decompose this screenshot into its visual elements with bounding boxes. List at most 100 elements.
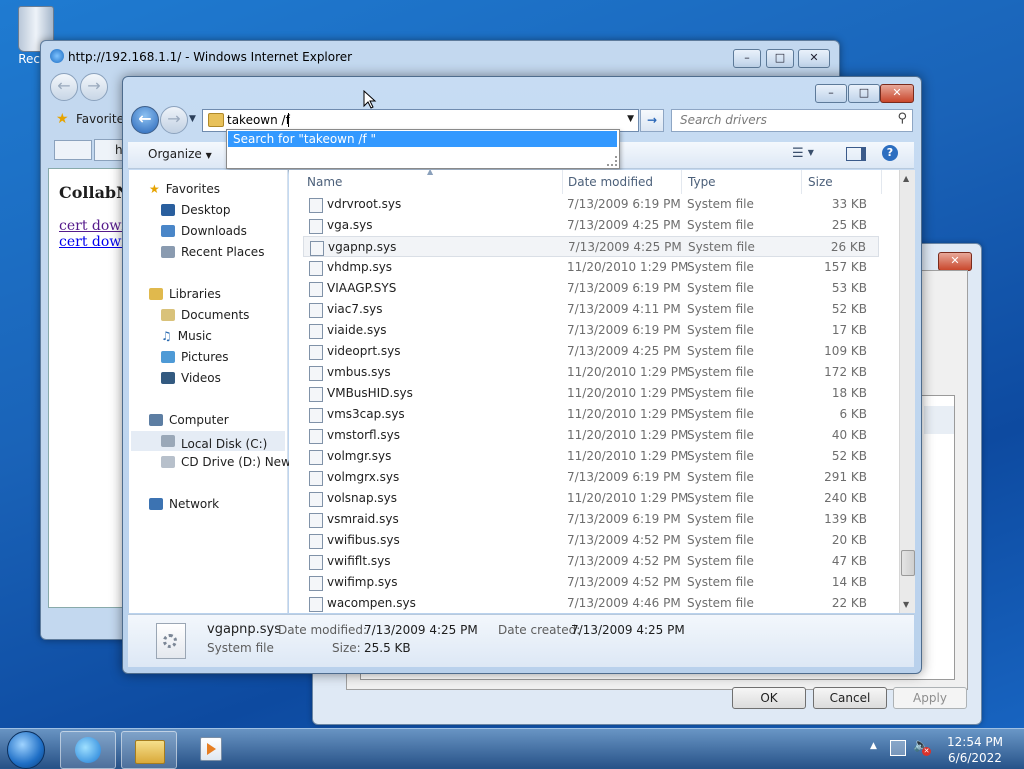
network-tray-icon[interactable] [890, 740, 906, 756]
file-row[interactable]: videoprt.sys 7/13/2009 4:25 PM System file… [303, 341, 879, 362]
file-row[interactable]: vms3cap.sys 11/20/2010 1:29 PM System file… [303, 404, 879, 425]
ie-forward-button[interactable]: → [80, 73, 108, 101]
nav-computer[interactable]: Computer [149, 413, 229, 427]
ie-back-button[interactable]: ← [50, 73, 78, 101]
file-row[interactable]: VIAAGP.SYS 7/13/2009 6:19 PM System file 53… [303, 278, 879, 299]
file-date: 11/20/2010 1:29 PM [567, 449, 689, 463]
search-box[interactable]: Search drivers ⚲ [671, 109, 913, 132]
details-filename: vgapnp.sys [207, 622, 282, 637]
apply-button[interactable]: Apply [893, 687, 967, 709]
address-suggestions: Search for "takeown /f " [226, 129, 620, 169]
ie-quick-tabs-icon[interactable] [54, 140, 92, 160]
pictures-icon [161, 351, 175, 363]
address-input[interactable]: takeown /f [227, 113, 290, 127]
nav-recent-places[interactable]: Recent Places [161, 245, 264, 259]
properties-close-button[interactable]: ✕ [938, 252, 972, 271]
cancel-button[interactable]: Cancel [813, 687, 887, 709]
file-row[interactable]: volmgr.sys 11/20/2010 1:29 PM System file 5… [303, 446, 879, 467]
scroll-up-icon[interactable]: ▲ [903, 174, 909, 183]
file-row[interactable]: vmstorfl.sys 11/20/2010 1:29 PM System fil… [303, 425, 879, 446]
file-row[interactable]: vwifimp.sys 7/13/2009 4:52 PM System file 1… [303, 572, 879, 593]
go-button[interactable]: → [640, 109, 664, 132]
file-row[interactable]: vmbus.sys 11/20/2010 1:29 PM System file 17… [303, 362, 879, 383]
file-date: 11/20/2010 1:29 PM [567, 365, 689, 379]
maximize-button[interactable]: □ [848, 84, 880, 103]
forward-button[interactable]: → [160, 106, 188, 134]
file-row[interactable]: viaide.sys 7/13/2009 6:19 PM System file 17… [303, 320, 879, 341]
taskbar-explorer-button[interactable] [121, 731, 177, 769]
file-date: 11/20/2010 1:29 PM [567, 407, 689, 421]
resize-grip-icon[interactable] [607, 156, 617, 166]
file-row[interactable]: volsnap.sys 11/20/2010 1:29 PM System file… [303, 488, 879, 509]
file-size: 14 KB [831, 575, 867, 589]
tray-chevron-icon[interactable]: ▲ [870, 741, 877, 751]
file-row[interactable]: vsmraid.sys 7/13/2009 6:19 PM System file 1… [303, 509, 879, 530]
nav-network[interactable]: Network [149, 497, 219, 511]
file-size: 139 KB [824, 512, 867, 526]
file-type: System file [687, 197, 754, 211]
nav-videos[interactable]: Videos [161, 371, 221, 385]
nav-desktop[interactable]: Desktop [161, 203, 231, 217]
nav-music[interactable]: ♫ Music [161, 329, 212, 343]
file-type: System file [687, 386, 754, 400]
view-options-icon[interactable]: ☰ ▼ [792, 146, 814, 161]
scrollbar-thumb[interactable] [901, 550, 915, 576]
back-button[interactable]: ← [131, 106, 159, 134]
nav-pictures[interactable]: Pictures [161, 350, 229, 364]
file-name: VIAAGP.SYS [327, 281, 397, 295]
close-button[interactable]: ✕ [880, 84, 914, 103]
file-row[interactable]: vwifibus.sys 7/13/2009 4:52 PM System file… [303, 530, 879, 551]
ok-button[interactable]: OK [732, 687, 806, 709]
taskbar-ie-button[interactable] [60, 731, 116, 769]
file-size: 47 KB [831, 554, 867, 568]
file-row[interactable]: volmgrx.sys 7/13/2009 6:19 PM System file 2… [303, 467, 879, 488]
file-row[interactable]: viac7.sys 7/13/2009 4:11 PM System file 52 … [303, 299, 879, 320]
nav-favorites[interactable]: ★ Favorites [149, 182, 220, 196]
file-row[interactable]: vwififlt.sys 7/13/2009 4:52 PM System file… [303, 551, 879, 572]
organize-button[interactable]: Organize ▼ [148, 147, 212, 161]
system-file-icon [309, 387, 323, 402]
file-row[interactable]: vgapnp.sys 7/13/2009 4:25 PM System file 26… [303, 236, 879, 257]
nav-libraries[interactable]: Libraries [149, 287, 221, 301]
file-row[interactable]: wacompen.sys 7/13/2009 4:46 PM System file… [303, 593, 879, 613]
recent-pages-chevron-icon[interactable]: ▼ [189, 114, 196, 124]
column-header-date[interactable]: Date modified [562, 170, 682, 194]
file-row[interactable]: VMBusHID.sys 11/20/2010 1:29 PM System fil… [303, 383, 879, 404]
recent-places-icon [161, 246, 175, 258]
mouse-cursor-icon [363, 90, 377, 109]
nav-libraries-label: Libraries [169, 287, 221, 301]
nav-cd-drive-label: CD Drive (D:) New D [181, 455, 304, 469]
file-date: 7/13/2009 4:25 PM [567, 218, 681, 232]
nav-local-disk[interactable]: Local Disk (C:) [131, 431, 285, 451]
ie-close-button[interactable]: ✕ [798, 49, 830, 68]
nav-downloads[interactable]: Downloads [161, 224, 247, 238]
ie-tab[interactable]: h [94, 139, 124, 161]
address-dropdown-icon[interactable]: ▼ [627, 114, 634, 124]
ie-minimize-button[interactable]: – [733, 49, 761, 68]
start-button[interactable] [7, 731, 45, 769]
nav-cd-drive[interactable]: CD Drive (D:) New D [161, 455, 304, 469]
clock[interactable]: 12:54 PM 6/6/2022 [940, 734, 1010, 766]
file-row[interactable]: vdrvroot.sys 7/13/2009 6:19 PM System file… [303, 194, 879, 215]
search-suggestion-item[interactable]: Search for "takeown /f " [228, 131, 617, 147]
nav-documents[interactable]: Documents [161, 308, 249, 322]
file-row[interactable]: vhdmp.sys 11/20/2010 1:29 PM System file 15… [303, 257, 879, 278]
file-row[interactable]: vga.sys 7/13/2009 4:25 PM System file 25 KB [303, 215, 879, 236]
search-icon[interactable]: ⚲ [897, 111, 907, 126]
minimize-button[interactable]: – [815, 84, 847, 103]
column-header-type[interactable]: Type [682, 170, 802, 194]
videos-icon [161, 372, 175, 384]
nav-local-disk-label: Local Disk (C:) [181, 437, 268, 451]
preview-pane-icon[interactable] [846, 147, 866, 161]
navigation-pane: ★ Favorites Desktop Downloads Recent Plac… [129, 170, 304, 613]
ie-title: http://192.168.1.1/ - Windows Internet E… [68, 50, 353, 64]
libraries-icon [149, 288, 163, 300]
ie-maximize-button[interactable]: □ [766, 49, 794, 68]
media-player-icon[interactable] [200, 737, 222, 761]
system-file-icon [309, 198, 323, 213]
column-header-size[interactable]: Size [802, 170, 882, 194]
vertical-scrollbar[interactable]: ▲ ▼ [899, 170, 915, 613]
help-icon[interactable]: ? [882, 145, 898, 161]
scroll-down-icon[interactable]: ▼ [903, 600, 909, 609]
system-file-icon [309, 408, 323, 423]
